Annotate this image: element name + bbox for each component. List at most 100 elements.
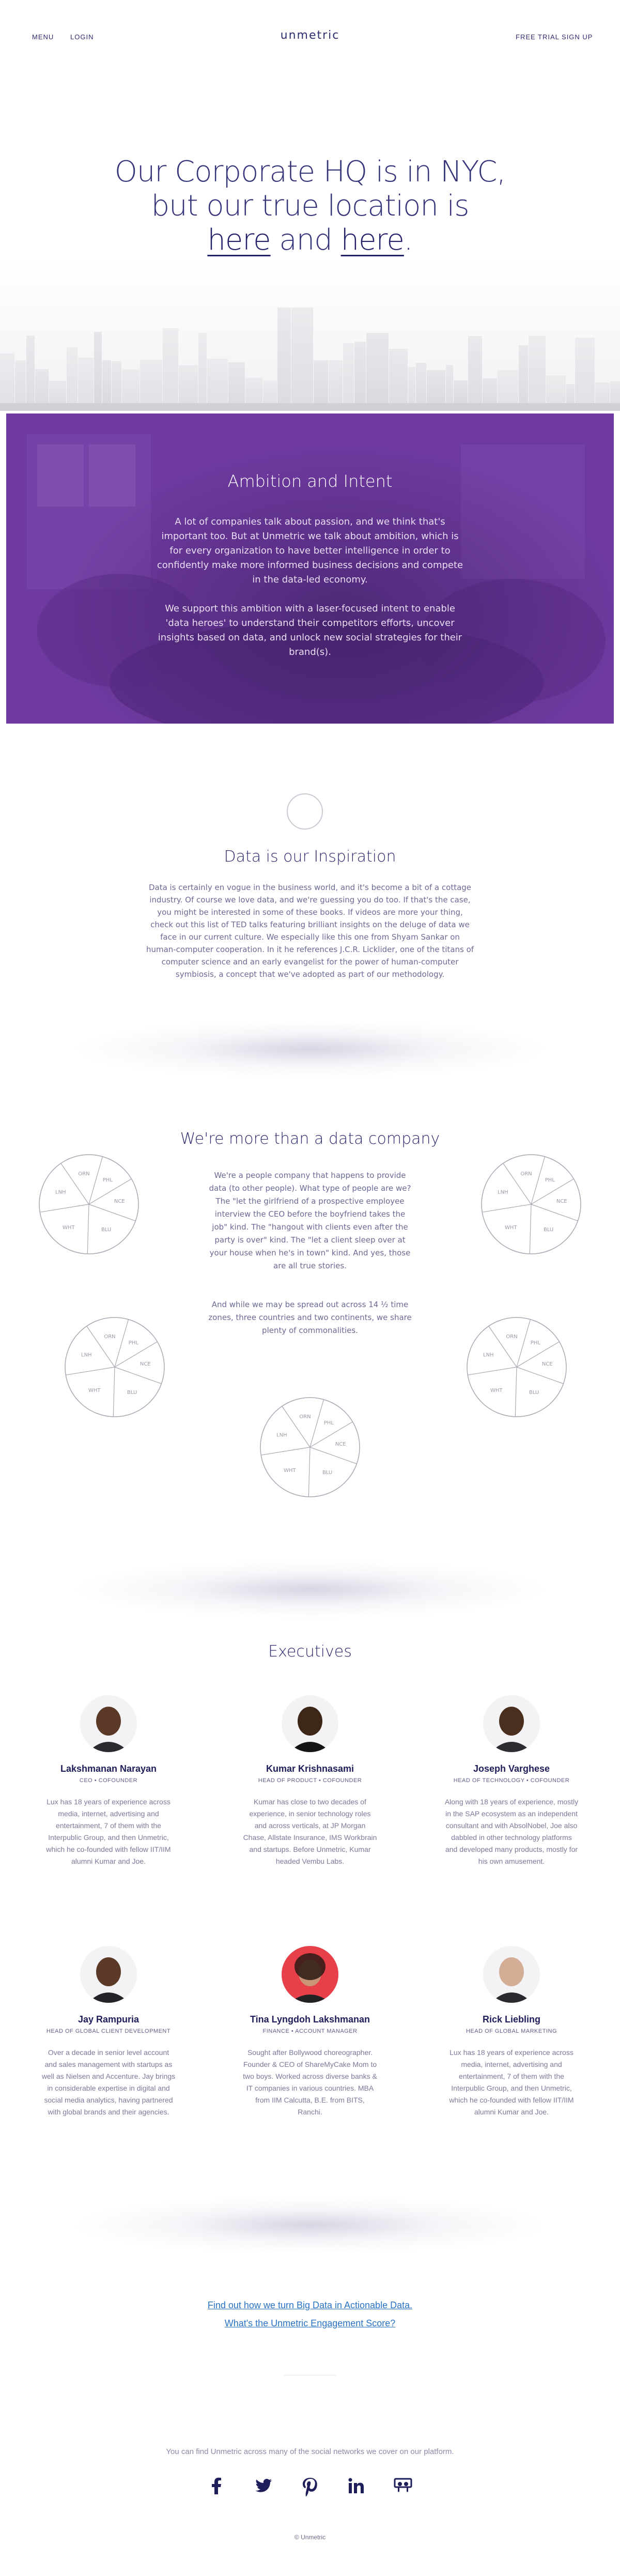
- executive-card: Tina Lyngdoh Lakshmanan FINANCE • ACCOUN…: [233, 1946, 388, 2118]
- pie-slice-label: LNH: [498, 1190, 508, 1195]
- executive-role: HEAD OF GLOBAL CLIENT DEVELOPMENT: [46, 2028, 171, 2034]
- pie-slice-label: BLU: [544, 1227, 553, 1233]
- executive-bio: Along with 18 years of experience, mostl…: [444, 1798, 579, 1865]
- executive-name: Rick Liebling: [482, 2014, 541, 2025]
- free-trial-link[interactable]: FREE TRIAL SIGN UP: [516, 33, 593, 41]
- twitter-icon[interactable]: [253, 2476, 274, 2496]
- avatar: [483, 1946, 540, 2003]
- avatar: [80, 1946, 137, 2003]
- executive-bio: Lux has 18 years of experience across me…: [449, 2048, 574, 2116]
- hero-line-3: here and here.: [0, 223, 620, 257]
- executive-card: Rick Liebling HEAD OF GLOBAL MARKETING L…: [434, 1946, 589, 2118]
- pie-slice-label: BLU: [529, 1390, 539, 1396]
- executive-bio: Over a decade in senior level account an…: [41, 2048, 176, 2116]
- executive-name: Tina Lyngdoh Lakshmanan: [250, 2014, 370, 2025]
- executive-bio: Lux has 18 years of experience across me…: [46, 1798, 171, 1865]
- pie-slice-label: ORN: [506, 1334, 517, 1340]
- pie-slice-label: LNH: [483, 1353, 494, 1358]
- executive-role: FINANCE • ACCOUNT MANAGER: [262, 2028, 358, 2034]
- executive-card: Lakshmanan Narayan CEO • COFOUNDER Lux h…: [31, 1695, 186, 1867]
- ambition-paragraph-2: We support this ambition with a laser-fo…: [158, 603, 462, 657]
- executive-name: Joseph Varghese: [473, 1764, 550, 1774]
- pie-slice-label: WHT: [88, 1388, 101, 1393]
- ambition-section: Ambition and Intent A lot of companies t…: [6, 413, 614, 724]
- executive-card: Jay Rampuria HEAD OF GLOBAL CLIENT DEVEL…: [31, 1946, 186, 2118]
- big-data-link[interactable]: Find out how we turn Big Data in Actiona…: [0, 2300, 620, 2311]
- executive-bio: Kumar has close to two decades of experi…: [243, 1798, 377, 1865]
- more-than-data-title: We're more than a data company: [180, 1130, 440, 1148]
- executive-card: Joseph Varghese HEAD OF TECHNOLOGY • COF…: [434, 1695, 589, 1867]
- executives-title: Executives: [268, 1643, 352, 1661]
- linkedin-icon[interactable]: [346, 2476, 367, 2496]
- pie-slice-label: NCE: [542, 1361, 553, 1367]
- pie-slice-label: BLU: [101, 1227, 111, 1233]
- hero-and: and: [279, 223, 332, 257]
- slideshare-icon[interactable]: [393, 2476, 413, 2496]
- executive-bio: Sought after Bollywood choreographer. Fo…: [243, 2048, 377, 2116]
- hero-title: Our Corporate HQ is in NYC, but our true…: [0, 155, 620, 257]
- pie-slice-label: LNH: [81, 1353, 92, 1358]
- hero-line-1: Our Corporate HQ is in NYC,: [114, 155, 506, 189]
- here-link-1[interactable]: here: [207, 223, 271, 257]
- ambition-paragraph-1: A lot of companies talk about passion, a…: [157, 516, 463, 585]
- pie-slice-label: WHT: [284, 1468, 296, 1474]
- hero-period: .: [404, 223, 413, 257]
- pie-slice-label: NCE: [335, 1442, 346, 1447]
- footer-text: You can find Unmetric across many of the…: [166, 2447, 454, 2456]
- pie-slice-label: PHL: [545, 1177, 555, 1183]
- avatar: [282, 1946, 338, 2003]
- hero-line-2: but our true location is: [151, 189, 470, 223]
- pie-slice-label: ORN: [104, 1334, 115, 1340]
- more-than-data-paragraph-2: And while we may be spread out across 14…: [208, 1300, 412, 1335]
- executive-name: Lakshmanan Narayan: [60, 1764, 157, 1774]
- ambition-title: Ambition and Intent: [227, 471, 393, 491]
- pie-slice-label: PHL: [129, 1340, 139, 1346]
- pie-slice-label: NCE: [140, 1361, 151, 1367]
- section-divider-glow: [78, 1021, 542, 1078]
- executive-card: Kumar Krishnasami HEAD OF PRODUCT • COFO…: [233, 1695, 388, 1867]
- avatar: [483, 1695, 540, 1752]
- executive-role: CEO • COFOUNDER: [79, 1777, 138, 1784]
- inspiration-title: Data is our Inspiration: [224, 848, 396, 866]
- pie-slice-label: ORN: [78, 1171, 89, 1177]
- top-nav: MENU LOGIN unmetric FREE TRIAL SIGN UP: [0, 0, 620, 72]
- section-divider-glow: [78, 1561, 542, 1618]
- pie-slice-label: WHT: [490, 1388, 503, 1393]
- page: MENU LOGIN unmetric FREE TRIAL SIGN UP O…: [0, 0, 620, 2576]
- pie-slice-label: BLU: [127, 1390, 137, 1396]
- inspiration-text: Data is certainly en vogue in the busine…: [146, 883, 474, 979]
- pie-slice-label: ORN: [299, 1414, 311, 1420]
- executive-role: HEAD OF TECHNOLOGY • COFOUNDER: [453, 1777, 570, 1784]
- section-divider-glow: [78, 2197, 542, 2253]
- here-link-2[interactable]: here: [341, 223, 405, 257]
- pie-slice-label: NCE: [556, 1199, 567, 1204]
- circle-icon: [287, 793, 323, 830]
- hero-section: Our Corporate HQ is in NYC, but our true…: [0, 72, 620, 411]
- pie-slice-label: LNH: [276, 1433, 287, 1438]
- pie-chart-4: ORN PHL NCE BLU WHT LNH: [467, 1317, 567, 1417]
- pie-slice-label: PHL: [531, 1340, 541, 1346]
- pinterest-icon[interactable]: [300, 2476, 320, 2497]
- pie-slice-label: WHT: [63, 1225, 75, 1231]
- pie-slice-label: PHL: [103, 1177, 113, 1183]
- pie-chart-2: ORN PHL NCE BLU WHT LNH: [481, 1154, 581, 1254]
- avatar: [80, 1695, 137, 1752]
- pie-slice-label: BLU: [322, 1470, 332, 1476]
- city-skyline-image: [0, 308, 620, 411]
- copyright-text: © Unmetric: [294, 2534, 326, 2541]
- pie-chart-3: ORN PHL NCE BLU WHT LNH: [65, 1317, 165, 1417]
- pie-chart-1: ORN PHL NCE BLU WHT LNH: [39, 1154, 139, 1254]
- executive-name: Kumar Krishnasami: [266, 1764, 354, 1774]
- facebook-icon[interactable]: [207, 2476, 227, 2496]
- pie-slice-label: LNH: [55, 1190, 66, 1195]
- executive-role: HEAD OF GLOBAL MARKETING: [466, 2028, 557, 2034]
- pie-slice-label: ORN: [520, 1171, 532, 1177]
- pie-slice-label: NCE: [114, 1199, 125, 1204]
- executive-role: HEAD OF PRODUCT • COFOUNDER: [258, 1777, 362, 1784]
- avatar: [282, 1695, 338, 1752]
- pie-slice-label: PHL: [324, 1420, 334, 1426]
- pie-chart-5: ORN PHL NCE BLU WHT LNH: [260, 1397, 360, 1497]
- more-than-data-paragraph-1: We're a people company that happens to p…: [209, 1171, 411, 1270]
- engagement-score-link[interactable]: What's the Unmetric Engagement Score?: [0, 2318, 620, 2329]
- executive-name: Jay Rampuria: [78, 2014, 140, 2025]
